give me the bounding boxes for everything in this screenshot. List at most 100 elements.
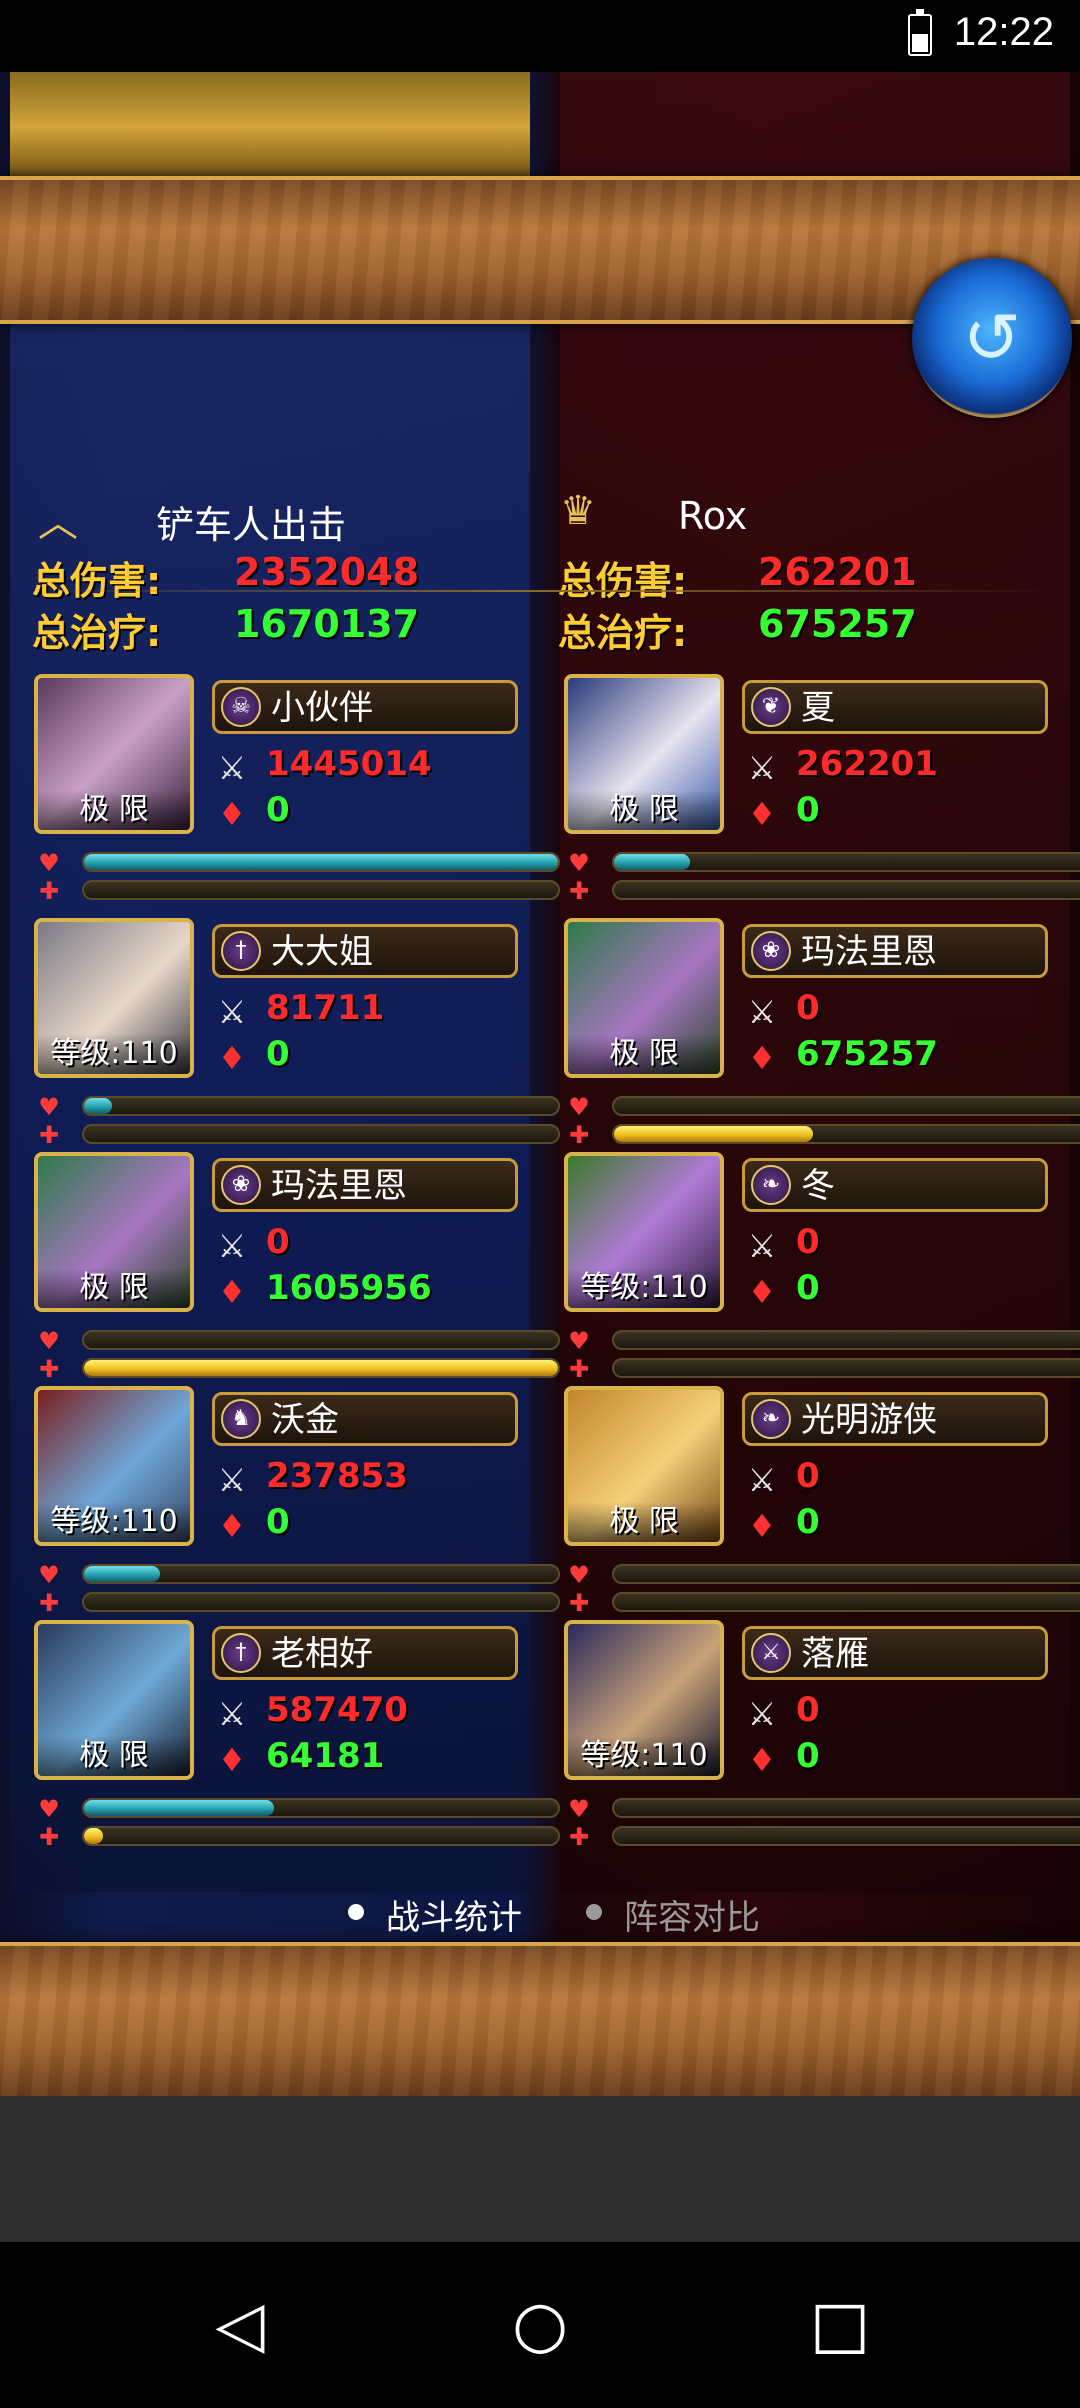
damage-bar xyxy=(612,1798,1080,1818)
tab-battle-stats[interactable]: 战斗统计 xyxy=(386,1890,522,1939)
hero-level-badge: 极 限 xyxy=(38,1268,190,1308)
hero-level-badge: 等级:110 xyxy=(568,1268,720,1308)
heal-bar xyxy=(612,1592,1080,1612)
crossed-swords-icon: ⚔ xyxy=(217,993,247,1031)
hero-name-box: ☠ 小伙伴 xyxy=(212,680,518,734)
hero-damage: 0 xyxy=(796,1456,820,1496)
damage-bar-icon: ♥ xyxy=(38,1561,60,1589)
hero-name: 大大姐 xyxy=(271,932,373,972)
hero-row[interactable]: 等级:110 † 大大姐 ⚔ 81711 ♦ 0 ♥ ✚ xyxy=(34,918,560,1150)
heal-bar xyxy=(82,1592,560,1612)
hero-portrait[interactable]: 等级:110 xyxy=(564,1620,724,1780)
damage-bar xyxy=(612,852,1080,872)
hero-level-badge: 等级:110 xyxy=(38,1034,190,1074)
hero-name-box: ❀ 玛法里恩 xyxy=(212,1158,518,1212)
paw-icon: ❀ xyxy=(751,931,791,971)
recents-icon[interactable]: □ xyxy=(800,2290,880,2360)
blood-drop-icon: ♦ xyxy=(217,1741,247,1779)
hero-portrait[interactable]: 极 限 xyxy=(564,1386,724,1546)
stone-floor xyxy=(0,2096,1080,2242)
hero-heal: 0 xyxy=(796,790,820,830)
hero-portrait[interactable]: 极 限 xyxy=(34,674,194,834)
damage-bar xyxy=(82,1330,560,1350)
hero-row[interactable]: 极 限 ☠ 小伙伴 ⚔ 1445014 ♦ 0 ♥ ✚ xyxy=(34,674,560,906)
hero-name-box: ❧ 冬 xyxy=(742,1158,1048,1212)
hero-heal: 1605956 xyxy=(266,1268,432,1308)
damage-bar-icon: ♥ xyxy=(568,1327,590,1355)
right-total-heal-label: 总治疗: xyxy=(558,611,688,655)
right-total-damage-label: 总伤害: xyxy=(558,559,688,603)
hero-portrait[interactable]: 等级:110 xyxy=(34,918,194,1078)
right-total-damage: 262201 xyxy=(758,550,917,594)
hero-row[interactable]: 极 限 ❧ 光明游侠 ⚔ 0 ♦ 0 ♥ ✚ xyxy=(564,1386,1080,1618)
hero-heal: 64181 xyxy=(266,1736,385,1776)
hero-heal: 675257 xyxy=(796,1034,938,1074)
crossed-swords-icon: ⚔ xyxy=(751,1633,791,1673)
hero-name: 玛法里恩 xyxy=(801,932,937,972)
hero-row[interactable]: 极 限 † 老相好 ⚔ 587470 ♦ 64181 ♥ ✚ xyxy=(34,1620,560,1852)
hero-name-box: † 老相好 xyxy=(212,1626,518,1680)
swirl-back-button[interactable]: ↺ xyxy=(912,258,1072,418)
damage-bar-icon: ♥ xyxy=(568,1093,590,1121)
left-total-damage-label: 总伤害: xyxy=(32,559,162,603)
hero-row[interactable]: 极 限 ❀ 玛法里恩 ⚔ 0 ♦ 675257 ♥ ✚ xyxy=(564,918,1080,1150)
crossed-swords-icon: ⚔ xyxy=(747,1227,777,1265)
swirl-back-icon: ↺ xyxy=(962,297,1022,379)
header-divider xyxy=(30,590,1050,592)
hero-name: 沃金 xyxy=(271,1400,339,1440)
damage-bar-icon: ♥ xyxy=(568,1795,590,1823)
hero-name-box: ♞ 沃金 xyxy=(212,1392,518,1446)
blood-drop-icon: ♦ xyxy=(747,795,777,833)
hero-row[interactable]: 极 限 ❦ 夏 ⚔ 262201 ♦ 0 ♥ ✚ xyxy=(564,674,1080,906)
hero-name-box: † 大大姐 xyxy=(212,924,518,978)
right-team-name: Rox xyxy=(678,494,748,538)
hero-name: 玛法里恩 xyxy=(271,1166,407,1206)
heal-bar xyxy=(82,1358,560,1378)
heal-bar-icon: ✚ xyxy=(38,1823,60,1851)
heal-bar xyxy=(82,1124,560,1144)
hero-damage: 262201 xyxy=(796,744,938,784)
hero-portrait[interactable]: 极 限 xyxy=(34,1152,194,1312)
hero-heal: 0 xyxy=(796,1268,820,1308)
damage-bar-icon: ♥ xyxy=(38,1093,60,1121)
crossed-swords-icon: ⚔ xyxy=(217,1695,247,1733)
crossed-swords-icon: ⚔ xyxy=(747,1461,777,1499)
tab-indicator-inactive xyxy=(586,1904,602,1920)
damage-bar xyxy=(612,1096,1080,1116)
damage-bar xyxy=(612,1564,1080,1584)
damage-bar-icon: ♥ xyxy=(568,849,590,877)
hero-row[interactable]: 等级:110 ♞ 沃金 ⚔ 237853 ♦ 0 ♥ ✚ xyxy=(34,1386,560,1618)
hero-name-box: ❀ 玛法里恩 xyxy=(742,924,1048,978)
crossed-swords-icon: ⚔ xyxy=(747,993,777,1031)
hero-portrait[interactable]: 等级:110 xyxy=(34,1386,194,1546)
hero-name: 光明游侠 xyxy=(801,1400,937,1440)
hero-heal: 0 xyxy=(796,1502,820,1542)
hero-row[interactable]: 等级:110 ❧ 冬 ⚔ 0 ♦ 0 ♥ ✚ xyxy=(564,1152,1080,1384)
hero-portrait[interactable]: 极 限 xyxy=(564,674,724,834)
skull-icon: ☠ xyxy=(221,687,261,727)
damage-bar-icon: ♥ xyxy=(38,1795,60,1823)
hero-name: 落雁 xyxy=(801,1634,869,1674)
hero-heal: 0 xyxy=(266,1034,290,1074)
dagger-icon: † xyxy=(221,931,261,971)
tab-lineup-compare[interactable]: 阵容对比 xyxy=(624,1890,760,1939)
hero-row[interactable]: 极 限 ❀ 玛法里恩 ⚔ 0 ♦ 1605956 ♥ ✚ xyxy=(34,1152,560,1384)
blood-drop-icon: ♦ xyxy=(217,1039,247,1077)
back-icon[interactable]: ◁ xyxy=(200,2290,280,2360)
hero-level-badge: 极 限 xyxy=(568,790,720,830)
left-team-name: 铲车人出击 xyxy=(156,503,347,547)
paw-icon: ❀ xyxy=(221,1165,261,1205)
heal-bar-icon: ✚ xyxy=(38,877,60,905)
home-icon[interactable]: ○ xyxy=(500,2290,580,2360)
hero-portrait[interactable]: 等级:110 xyxy=(564,1152,724,1312)
blood-drop-icon: ♦ xyxy=(217,1507,247,1545)
hero-portrait[interactable]: 极 限 xyxy=(34,1620,194,1780)
heal-bar-icon: ✚ xyxy=(568,1589,590,1617)
damage-bar xyxy=(612,1330,1080,1350)
hero-row[interactable]: 等级:110 ⚔ 落雁 ⚔ 0 ♦ 0 ♥ ✚ xyxy=(564,1620,1080,1852)
feather-icon: ❦ xyxy=(751,687,791,727)
right-total-heal: 675257 xyxy=(758,602,917,646)
damage-bar xyxy=(82,1564,560,1584)
hero-portrait[interactable]: 极 限 xyxy=(564,918,724,1078)
damage-bar-icon: ♥ xyxy=(568,1561,590,1589)
